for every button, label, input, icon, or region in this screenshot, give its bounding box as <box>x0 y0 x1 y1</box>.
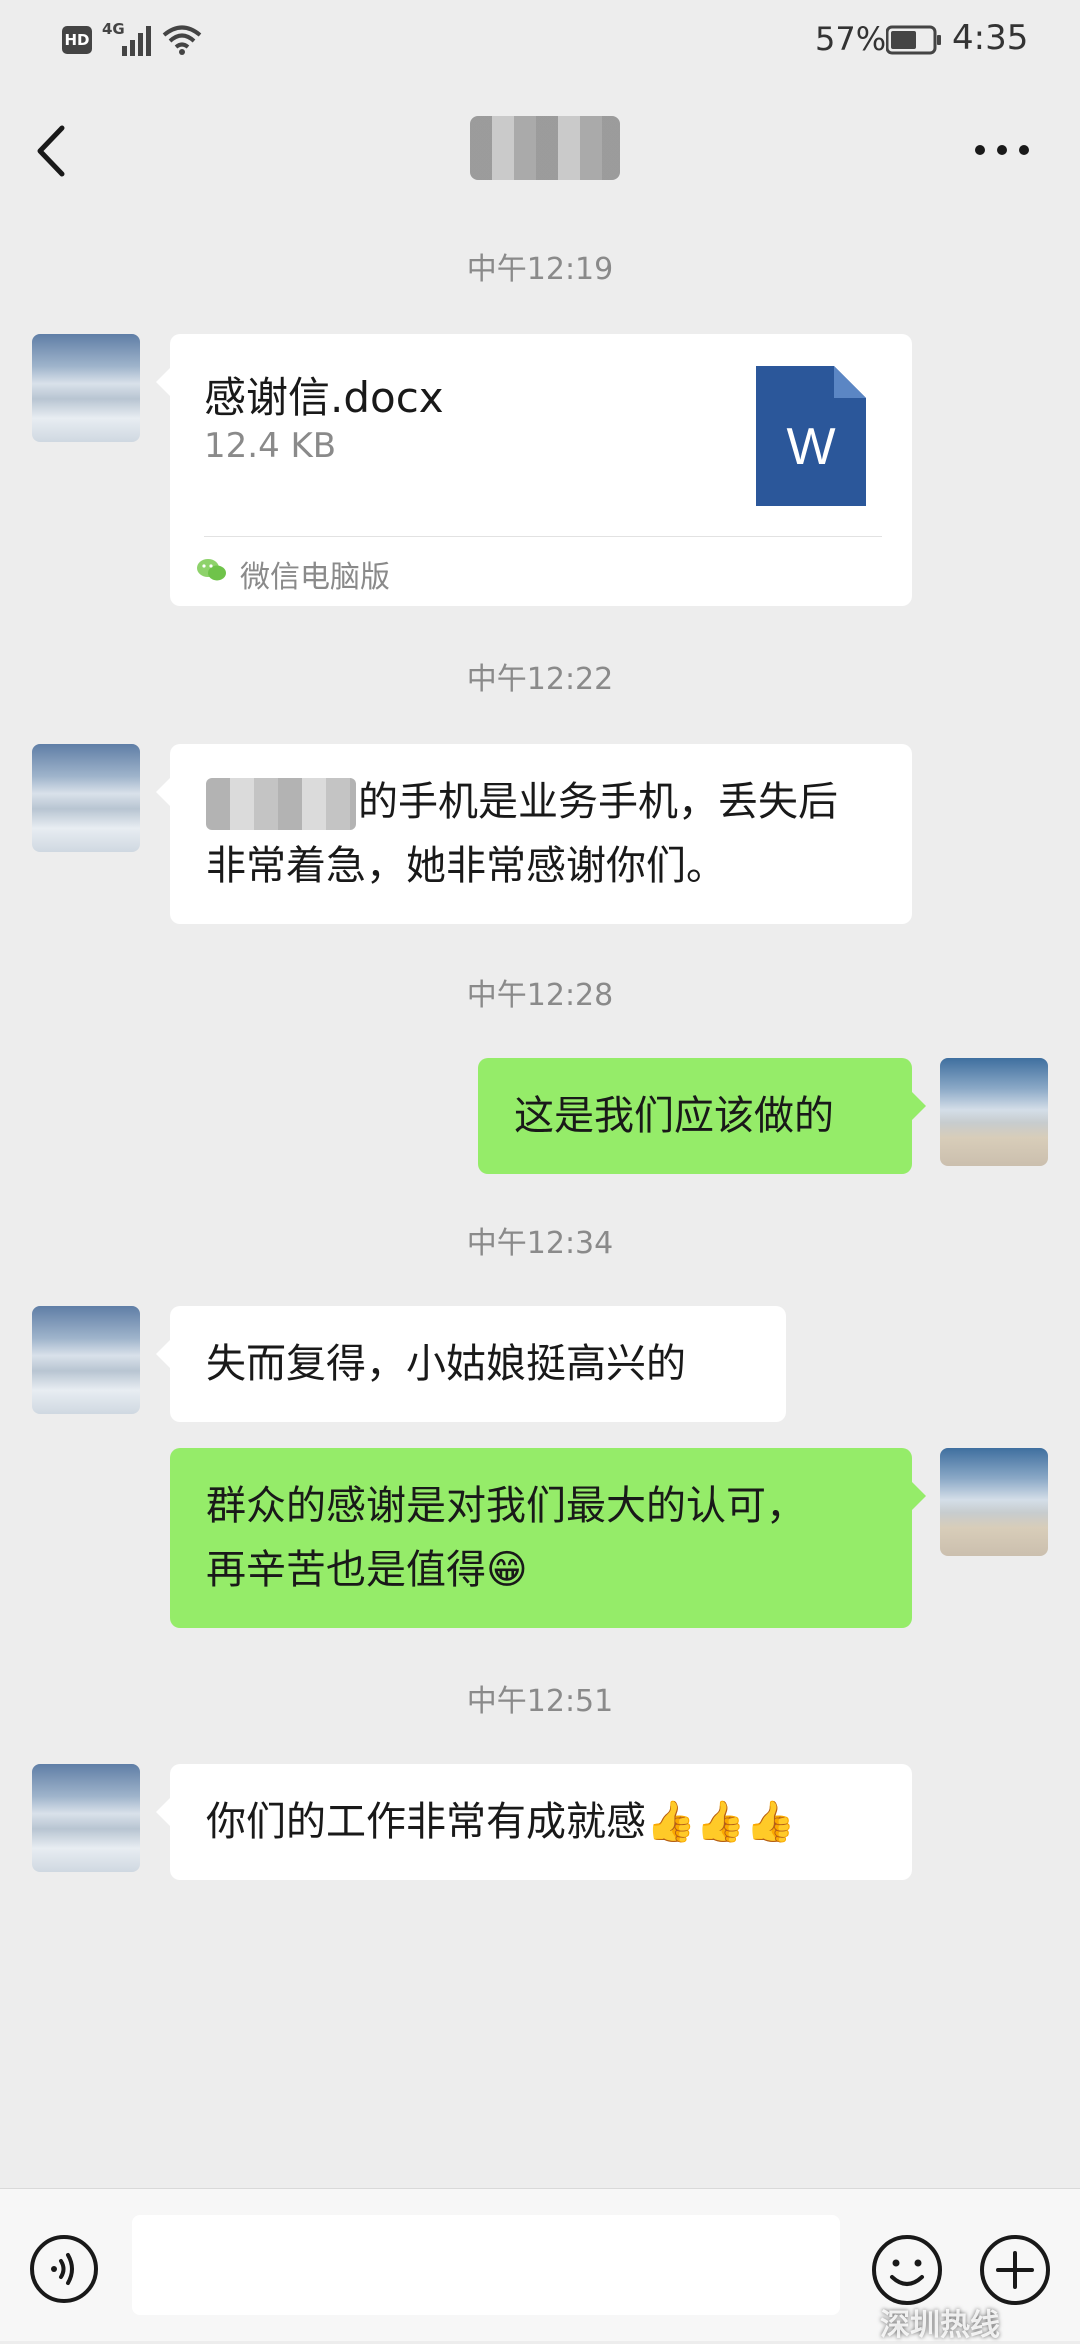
signal-icon <box>122 26 151 56</box>
message-text: 的手机是业务手机，丢失后 <box>358 779 838 825</box>
outgoing-message[interactable]: 这是我们应该做的 <box>478 1058 926 1174</box>
redacted-name <box>206 778 356 830</box>
watermark: 深圳热线 <box>880 2308 1000 2343</box>
timestamp: 中午12:19 <box>466 252 614 287</box>
incoming-message[interactable]: 的手机是业务手机，丢失后 非常着急，她非常感谢你们。 <box>156 744 912 924</box>
message-line: 的手机是业务手机，丢失后 <box>206 770 876 834</box>
my-avatar[interactable] <box>940 1058 1048 1166</box>
timestamp: 中午12:34 <box>466 1226 614 1261</box>
file-name: 感谢信.docx <box>204 373 444 422</box>
word-document-icon: W <box>756 366 866 506</box>
back-chevron-icon[interactable] <box>30 122 76 180</box>
message-text: 失而复得，小姑娘挺高兴的 <box>206 1341 686 1387</box>
hd-badge: HD <box>62 26 92 54</box>
message-line: 再辛苦也是值得😁 <box>206 1538 876 1602</box>
wechat-icon <box>197 559 226 581</box>
battery-icon <box>886 25 941 55</box>
timestamp: 中午12:28 <box>466 978 614 1013</box>
timestamp: 中午12:22 <box>466 662 614 697</box>
thumbs-up-emoji-icon: 👍👍👍 <box>646 1799 796 1845</box>
contact-avatar[interactable] <box>32 744 140 852</box>
divider <box>204 536 882 537</box>
file-size: 12.4 KB <box>204 426 337 466</box>
title-redaction <box>470 116 620 180</box>
voice-icon[interactable] <box>28 2233 100 2305</box>
timestamp: 中午12:51 <box>466 1684 614 1719</box>
message-text: 你们的工作非常有成就感 <box>206 1799 646 1845</box>
chat-title <box>470 116 620 180</box>
incoming-message[interactable]: 失而复得，小姑娘挺高兴的 <box>156 1306 786 1422</box>
grin-emoji-icon: 😁 <box>486 1547 528 1593</box>
emoji-icon[interactable] <box>870 2233 944 2307</box>
battery-percentage: 57% <box>815 20 887 58</box>
outgoing-message[interactable]: 群众的感谢是对我们最大的认可， 再辛苦也是值得😁 <box>170 1448 926 1628</box>
plus-icon[interactable] <box>978 2233 1052 2307</box>
my-avatar[interactable] <box>940 1448 1048 1556</box>
status-bar: HD 4G 57% 4:35 <box>0 0 1080 84</box>
contact-avatar[interactable] <box>32 334 140 442</box>
contact-avatar[interactable] <box>32 1306 140 1414</box>
wifi-icon <box>162 25 202 55</box>
message-text: 再辛苦也是值得 <box>206 1547 486 1593</box>
more-dots-icon[interactable] <box>972 140 1032 160</box>
file-source-label: 微信电脑版 <box>240 560 390 595</box>
nav-bar <box>0 84 1080 212</box>
contact-avatar[interactable] <box>32 1764 140 1872</box>
status-time: 4:35 <box>952 18 1029 58</box>
svg-text:W: W <box>786 418 835 476</box>
message-input[interactable] <box>132 2215 840 2315</box>
file-message[interactable]: 感谢信.docx 12.4 KB W 微信电脑版 <box>156 334 912 606</box>
message-line: 群众的感谢是对我们最大的认可， <box>206 1483 806 1529</box>
message-text: 这是我们应该做的 <box>514 1093 834 1139</box>
message-line: 非常着急，她非常感谢你们。 <box>206 843 726 889</box>
incoming-message[interactable]: 你们的工作非常有成就感👍👍👍 <box>156 1764 912 1880</box>
